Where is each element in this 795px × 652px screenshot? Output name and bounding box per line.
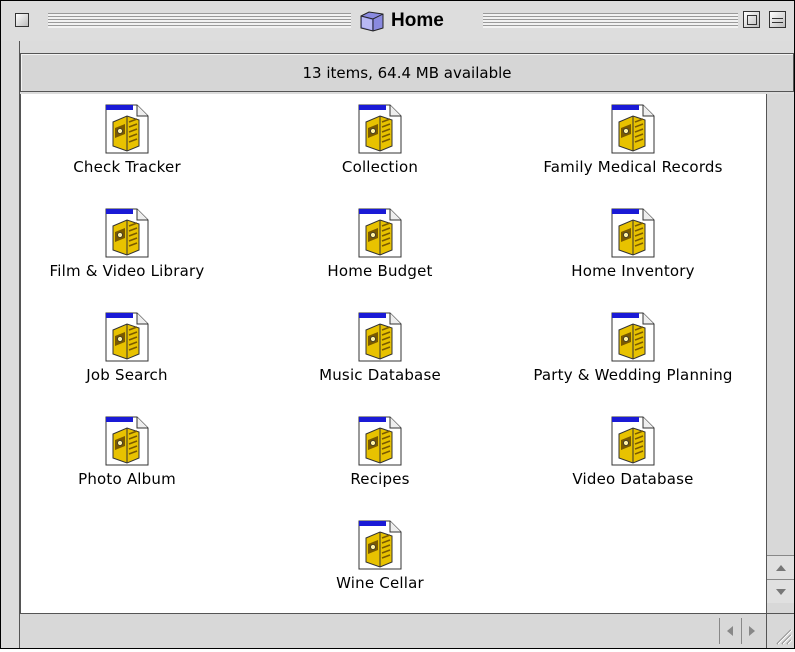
file-item[interactable]: Collection (255, 100, 505, 176)
database-document-icon[interactable] (355, 100, 405, 156)
file-item[interactable]: Check Tracker (2, 100, 252, 176)
document-icon-graphic (358, 104, 402, 154)
file-item-label[interactable]: Film & Video Library (2, 262, 252, 280)
title-bar-stripes-right (483, 13, 738, 28)
document-icon-graphic (611, 312, 655, 362)
file-item[interactable]: Family Medical Records (508, 100, 758, 176)
document-icon-graphic (611, 104, 655, 154)
file-item-label[interactable]: Collection (255, 158, 505, 176)
finder-window: Home 13 items, 64.4 MB available Check T… (0, 0, 795, 649)
database-document-icon[interactable] (102, 204, 152, 260)
database-document-icon[interactable] (355, 412, 405, 468)
file-item[interactable]: Job Search (2, 308, 252, 384)
database-document-icon[interactable] (608, 204, 658, 260)
document-icon-graphic (105, 416, 149, 466)
scroll-left-arrow[interactable] (719, 618, 739, 644)
database-document-icon[interactable] (355, 308, 405, 364)
file-item[interactable]: Music Database (255, 308, 505, 384)
file-item-label[interactable]: Job Search (2, 366, 252, 384)
database-document-icon[interactable] (102, 100, 152, 156)
file-item-label[interactable]: Party & Wedding Planning (508, 366, 758, 384)
vertical-scrollbar[interactable] (766, 94, 794, 613)
horizontal-scrollbar[interactable] (20, 613, 766, 648)
file-item-label[interactable]: Recipes (255, 470, 505, 488)
file-item-label[interactable]: Check Tracker (2, 158, 252, 176)
document-icon-graphic (105, 104, 149, 154)
database-document-icon[interactable] (102, 412, 152, 468)
file-item[interactable]: Photo Album (2, 412, 252, 488)
file-item[interactable]: Home Budget (255, 204, 505, 280)
document-icon-graphic (358, 312, 402, 362)
scroll-down-arrow[interactable] (767, 579, 794, 603)
document-icon-graphic (358, 520, 402, 570)
database-document-icon[interactable] (355, 516, 405, 572)
file-item[interactable]: Video Database (508, 412, 758, 488)
database-document-icon[interactable] (608, 412, 658, 468)
file-item-label[interactable]: Home Budget (255, 262, 505, 280)
file-item-label[interactable]: Video Database (508, 470, 758, 488)
title-bar[interactable]: Home (1, 1, 794, 41)
collapse-box-button[interactable] (769, 11, 786, 28)
scroll-right-arrow[interactable] (741, 618, 761, 644)
window-title-text: Home (391, 10, 444, 31)
document-icon-graphic (611, 208, 655, 258)
file-item-label[interactable]: Family Medical Records (508, 158, 758, 176)
file-item[interactable]: Film & Video Library (2, 204, 252, 280)
database-document-icon[interactable] (102, 308, 152, 364)
scroll-up-arrow[interactable] (767, 555, 794, 579)
file-item-label[interactable]: Wine Cellar (255, 574, 505, 592)
resize-grip[interactable] (766, 613, 794, 648)
file-item-label[interactable]: Photo Album (2, 470, 252, 488)
zoom-box-button[interactable] (743, 11, 760, 28)
file-item[interactable]: Party & Wedding Planning (508, 308, 758, 384)
triangle-right-icon (748, 626, 755, 636)
triangle-up-icon (775, 564, 786, 571)
window-title: Home (353, 9, 450, 33)
database-document-icon[interactable] (608, 100, 658, 156)
item-count-status: 13 items, 64.4 MB available (302, 63, 512, 82)
title-bar-stripes-left (48, 13, 351, 28)
file-item[interactable]: Recipes (255, 412, 505, 488)
document-icon-graphic (358, 208, 402, 258)
triangle-down-icon (775, 588, 786, 595)
file-item[interactable]: Home Inventory (508, 204, 758, 280)
document-icon-graphic (611, 416, 655, 466)
icon-view-area[interactable]: Check Tracker Collection Family Medical Re… (20, 94, 767, 613)
window-header: 13 items, 64.4 MB available (20, 53, 794, 92)
database-document-icon[interactable] (355, 204, 405, 260)
close-box-button[interactable] (15, 13, 29, 27)
resize-grip-icon (776, 629, 793, 645)
file-item-label[interactable]: Home Inventory (508, 262, 758, 280)
database-document-icon[interactable] (608, 308, 658, 364)
file-item[interactable]: Wine Cellar (255, 516, 505, 592)
document-icon-graphic (105, 312, 149, 362)
document-icon-graphic (105, 208, 149, 258)
triangle-left-icon (726, 626, 733, 636)
document-icon-graphic (358, 416, 402, 466)
file-item-label[interactable]: Music Database (255, 366, 505, 384)
folder-icon (360, 11, 384, 32)
